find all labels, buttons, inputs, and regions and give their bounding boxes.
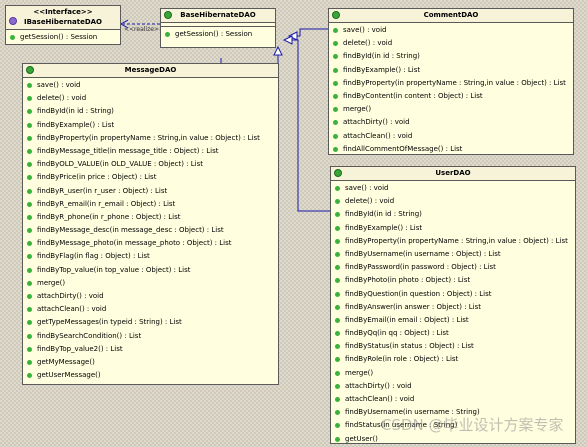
method: attachDirty() : void bbox=[331, 380, 575, 393]
method: findByPassword(in password : Object) : L… bbox=[331, 261, 575, 274]
method: save() : void bbox=[23, 79, 278, 92]
method: findByExample() : List bbox=[329, 64, 573, 77]
method: findByFlag(in flag : Object) : List bbox=[23, 250, 278, 263]
method: findByContent(in content : Object) : Lis… bbox=[329, 90, 573, 103]
method: findByQq(in qq : Object) : List bbox=[331, 327, 575, 340]
method: findAllCommentOfMessage() : List bbox=[329, 143, 573, 156]
method: findByMessage_title(in message_title : O… bbox=[23, 145, 278, 158]
user-inherit-arrow bbox=[282, 35, 293, 45]
interface-icon bbox=[9, 17, 17, 25]
method: findByStatus(in status : Object) : List bbox=[331, 340, 575, 353]
class-ibasehibernatedao[interactable]: <<Interface>> IBaseHibernateDAO getSessi… bbox=[5, 5, 121, 45]
method: delete() : void bbox=[329, 37, 573, 50]
class-header: BaseHibernateDAO bbox=[161, 9, 275, 23]
class-name: BaseHibernateDAO bbox=[180, 11, 256, 19]
method: findByProperty(in propertyName : String,… bbox=[331, 235, 575, 248]
class-name: IBaseHibernateDAO bbox=[23, 18, 103, 26]
message-inherit-arrow bbox=[273, 45, 283, 56]
method: findByProperty(in propertyName : String,… bbox=[23, 132, 278, 145]
method: findByTop_value(in top_value : Object) :… bbox=[23, 264, 278, 277]
method: getMyMessage() bbox=[23, 356, 278, 369]
method: attachDirty() : void bbox=[23, 290, 278, 303]
method: findByRole(in role : Object) : List bbox=[331, 353, 575, 366]
method: merge() bbox=[23, 277, 278, 290]
method: getSession() : Session bbox=[6, 31, 120, 44]
class-messagedao[interactable]: MessageDAO save() : void delete() : void… bbox=[22, 63, 279, 385]
method: findByQuestion(in question : Object) : L… bbox=[331, 288, 575, 301]
class-header: CommentDAO bbox=[329, 9, 573, 23]
method: findByExample() : List bbox=[331, 222, 575, 235]
class-header: MessageDAO bbox=[23, 64, 278, 78]
class-userdao[interactable]: UserDAO save() : void delete() : void fi… bbox=[330, 166, 576, 444]
class-name: CommentDAO bbox=[423, 11, 479, 19]
method: findById(in id : String) bbox=[329, 50, 573, 63]
class-basehibernatedao[interactable]: BaseHibernateDAO getSession() : Session bbox=[160, 8, 276, 48]
method: findByMessage_photo(in message_photo : O… bbox=[23, 237, 278, 250]
method: attachDirty() : void bbox=[329, 116, 573, 129]
user-inherit-line bbox=[287, 39, 330, 212]
method: findByOLD_VALUE(in OLD_VALUE : Object) :… bbox=[23, 158, 278, 171]
method: merge() bbox=[331, 367, 575, 380]
method: findByMessage_desc(in message_desc : Obj… bbox=[23, 224, 278, 237]
stereotype-label: <<Interface>> bbox=[33, 8, 93, 16]
method: findByAnswer(in answer : Object) : List bbox=[331, 301, 575, 314]
method: findById(in id : String) bbox=[23, 105, 278, 118]
class-icon bbox=[332, 11, 340, 19]
method: save() : void bbox=[329, 24, 573, 37]
method: getSession() : Session bbox=[161, 28, 275, 41]
class-icon bbox=[334, 169, 342, 177]
method: delete() : void bbox=[23, 92, 278, 105]
class-commentdao[interactable]: CommentDAO save() : void delete() : void… bbox=[328, 8, 574, 155]
method: findBySearchCondition() : List bbox=[23, 330, 278, 343]
method: attachClean() : void bbox=[331, 393, 575, 406]
method: findByUsername(in username : Object) : L… bbox=[331, 248, 575, 261]
class-header: UserDAO bbox=[331, 167, 575, 181]
method: findByTop_value2() : List bbox=[23, 343, 278, 356]
method: findByPrice(in price : Object) : List bbox=[23, 171, 278, 184]
method: getUserMessage() bbox=[23, 369, 278, 382]
method: delete() : void bbox=[331, 195, 575, 208]
class-header: <<Interface>> IBaseHibernateDAO bbox=[6, 6, 120, 30]
method: merge() bbox=[329, 103, 573, 116]
method: findByR_user(in r_user : Object) : List bbox=[23, 185, 278, 198]
method: findByEmail(in email : Object) : List bbox=[331, 314, 575, 327]
method: findByR_phone(in r_phone : Object) : Lis… bbox=[23, 211, 278, 224]
method: findByExample() : List bbox=[23, 119, 278, 132]
watermark: CSDN @毕业设计方案专家 bbox=[381, 416, 564, 434]
method: findByProperty(in propertyName : String,… bbox=[329, 77, 573, 90]
method: getTypeMessages(in typeid : String) : Li… bbox=[23, 316, 278, 329]
class-icon bbox=[26, 66, 34, 74]
method: save() : void bbox=[331, 182, 575, 195]
class-icon bbox=[164, 11, 172, 19]
method: findByPhoto(in photo : Object) : List bbox=[331, 274, 575, 287]
class-name: UserDAO bbox=[435, 169, 471, 177]
method: attachClean() : void bbox=[329, 130, 573, 143]
realize-label: <<realize>> bbox=[124, 26, 164, 33]
class-name: MessageDAO bbox=[124, 66, 177, 74]
method: findById(in id : String) bbox=[331, 208, 575, 221]
method: attachClean() : void bbox=[23, 303, 278, 316]
method: findByR_email(in r_email : Object) : Lis… bbox=[23, 198, 278, 211]
